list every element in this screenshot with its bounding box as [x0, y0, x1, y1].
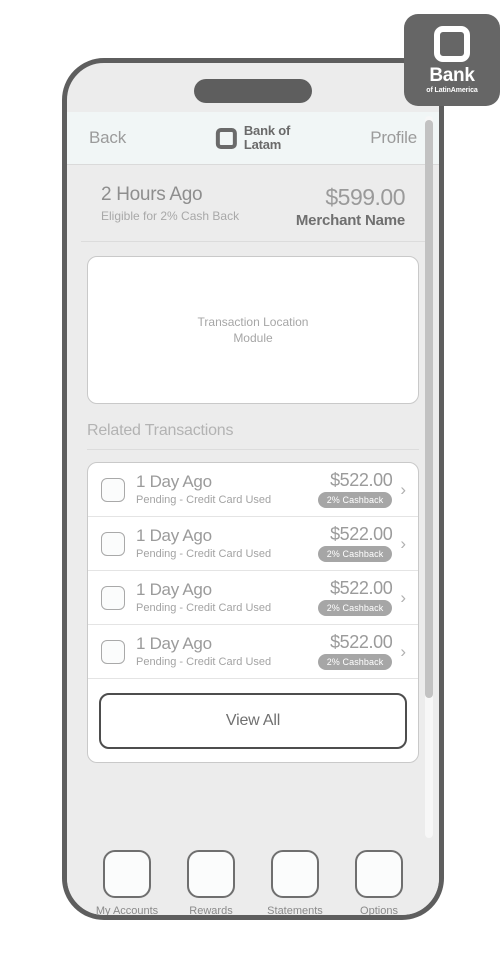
- table-row[interactable]: 1 Day Ago Pending - Credit Card Used $52…: [88, 463, 418, 517]
- scrollbar-thumb[interactable]: [425, 120, 433, 698]
- chevron-right-icon[interactable]: ›: [400, 589, 406, 606]
- location-module-line2: Module: [233, 331, 273, 345]
- row-checkbox[interactable]: [101, 531, 125, 556]
- row-checkbox[interactable]: [101, 639, 125, 664]
- profile-button[interactable]: Profile: [370, 128, 417, 148]
- app-header: Back Bank of Latam Profile: [67, 112, 439, 165]
- tab-label: Statements: [267, 905, 323, 917]
- chevron-right-icon[interactable]: ›: [400, 535, 406, 552]
- row-right: $522.00 2% Cashback: [317, 577, 393, 617]
- table-row[interactable]: 1 Day Ago Pending - Credit Card Used $52…: [88, 517, 418, 571]
- cashback-eligibility: Eligible for 2% Cash Back: [101, 209, 240, 223]
- app-logo-line1: Bank of: [243, 123, 291, 139]
- location-module-line1: Transaction Location: [197, 314, 309, 329]
- row-checkbox[interactable]: [101, 477, 125, 502]
- row-right: $522.00 2% Cashback: [317, 523, 393, 563]
- options-icon: [355, 850, 403, 898]
- cashback-badge: 2% Cashback: [317, 654, 393, 671]
- tab-my-accounts[interactable]: My Accounts: [95, 850, 159, 917]
- table-row[interactable]: 1 Day Ago Pending - Credit Card Used $52…: [88, 571, 418, 625]
- row-info: 1 Day Ago Pending - Credit Card Used: [136, 527, 318, 560]
- row-status: Pending - Credit Card Used: [136, 601, 272, 614]
- transaction-location-module[interactable]: Transaction Location Module: [87, 256, 419, 404]
- row-status: Pending - Credit Card Used: [136, 655, 272, 668]
- brand-badge-name: Bank: [429, 65, 475, 86]
- statements-icon: [271, 850, 319, 898]
- table-row[interactable]: 1 Day Ago Pending - Credit Card Used $52…: [88, 625, 418, 679]
- cashback-badge: 2% Cashback: [317, 600, 393, 617]
- view-all-button[interactable]: View All: [99, 693, 407, 749]
- chevron-right-icon[interactable]: ›: [400, 643, 406, 660]
- phone-speaker: [194, 79, 312, 103]
- phone-screen: Back Bank of Latam Profile 2 Hours Ago E…: [67, 112, 439, 842]
- summary-right: $599.00 Merchant Name: [295, 184, 406, 229]
- location-module-placeholder: Transaction Location Module: [198, 314, 309, 346]
- row-time: 1 Day Ago: [136, 526, 212, 546]
- row-info: 1 Day Ago Pending - Credit Card Used: [136, 635, 318, 668]
- tab-options[interactable]: Options: [348, 850, 410, 917]
- app-logo-text: Bank of Latam: [244, 124, 290, 151]
- merchant-name: Merchant Name: [295, 212, 405, 229]
- row-time: 1 Day Ago: [136, 634, 212, 654]
- rewards-icon: [187, 850, 235, 898]
- related-transactions-card: 1 Day Ago Pending - Credit Card Used $52…: [87, 462, 419, 763]
- app-logo-line2: Latam: [243, 137, 282, 152]
- row-amount: $522.00: [330, 523, 393, 544]
- transaction-amount: $599.00: [325, 184, 405, 210]
- row-checkbox[interactable]: [101, 585, 125, 610]
- brand-badge-subtitle: of LatinAmerica: [426, 87, 478, 94]
- row-info: 1 Day Ago Pending - Credit Card Used: [136, 473, 318, 506]
- tab-label: Options: [360, 905, 398, 917]
- app-logo: Bank of Latam: [215, 124, 290, 151]
- cashback-badge: 2% Cashback: [317, 492, 393, 509]
- row-right: $522.00 2% Cashback: [317, 631, 393, 671]
- row-amount: $522.00: [330, 469, 393, 490]
- rounded-square-logo-icon: [434, 26, 470, 62]
- tab-label: Rewards: [189, 905, 233, 917]
- row-info: 1 Day Ago Pending - Credit Card Used: [136, 581, 318, 614]
- transaction-time: 2 Hours Ago: [101, 184, 203, 205]
- row-time: 1 Day Ago: [136, 580, 212, 600]
- phone-frame: Back Bank of Latam Profile 2 Hours Ago E…: [62, 58, 444, 920]
- tab-label: My Accounts: [95, 905, 159, 917]
- row-status: Pending - Credit Card Used: [136, 493, 272, 506]
- view-all-wrapper: View All: [88, 679, 418, 762]
- square-outline-icon: [215, 127, 237, 149]
- transaction-summary: 2 Hours Ago Eligible for 2% Cash Back $5…: [81, 165, 425, 242]
- row-time: 1 Day Ago: [136, 472, 212, 492]
- tab-rewards[interactable]: Rewards: [180, 850, 242, 917]
- summary-left: 2 Hours Ago Eligible for 2% Cash Back: [101, 184, 239, 223]
- bottom-tab-bar: My Accounts Rewards Statements Options: [67, 842, 439, 917]
- row-right: $522.00 2% Cashback: [317, 469, 393, 509]
- back-button[interactable]: Back: [89, 128, 126, 148]
- chevron-right-icon[interactable]: ›: [400, 481, 406, 498]
- accounts-icon: [103, 850, 151, 898]
- tab-statements[interactable]: Statements: [264, 850, 326, 917]
- related-transactions-title: Related Transactions: [87, 422, 419, 450]
- scrollbar[interactable]: [425, 116, 433, 838]
- row-amount: $522.00: [330, 577, 393, 598]
- brand-badge: Bank of LatinAmerica: [404, 14, 500, 106]
- cashback-badge: 2% Cashback: [317, 546, 393, 563]
- row-status: Pending - Credit Card Used: [136, 547, 272, 560]
- row-amount: $522.00: [330, 631, 393, 652]
